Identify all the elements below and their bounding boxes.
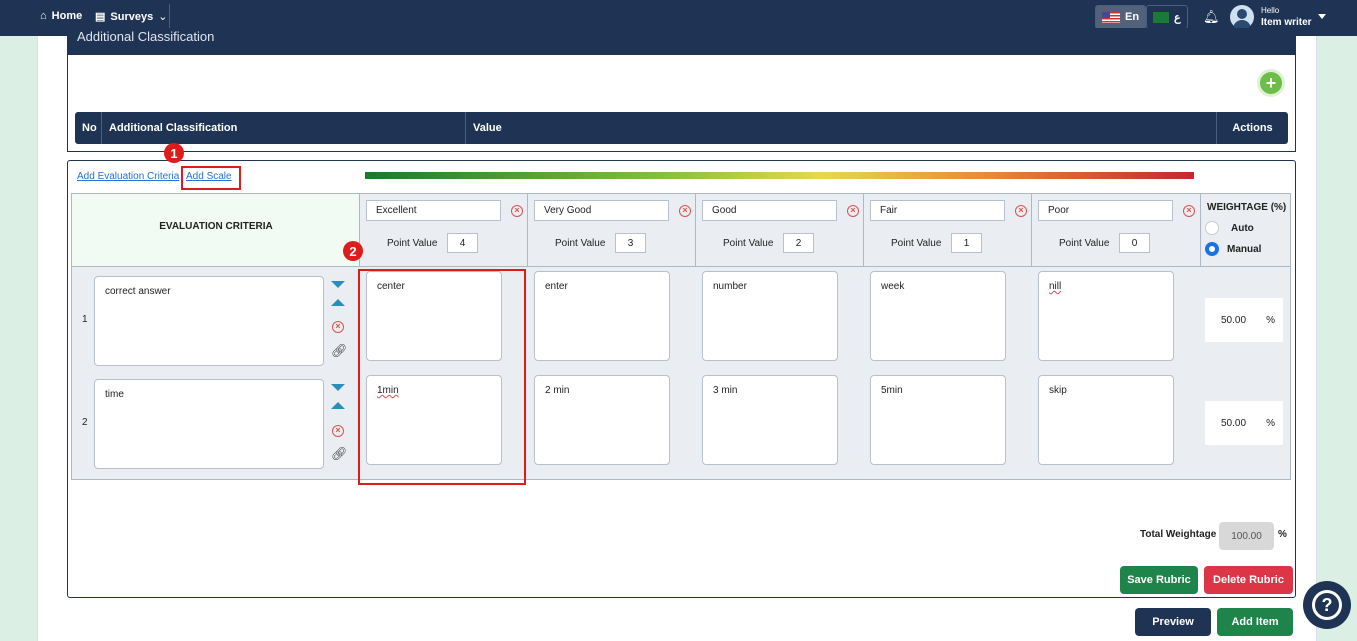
rubric-cell-input[interactable]: 2 min (534, 375, 670, 465)
language-ar-label: ع (1174, 11, 1181, 24)
add-item-button[interactable]: Add Item (1217, 608, 1293, 636)
point-value-input[interactable]: 0 (1119, 233, 1150, 253)
col-value: Value (466, 112, 1217, 144)
total-percent-sign: % (1278, 529, 1287, 540)
help-button[interactable]: ? (1303, 581, 1351, 629)
plus-icon: + (1260, 72, 1282, 94)
remove-scale-icon[interactable]: × (679, 205, 691, 217)
scale-name-input[interactable]: Poor (1038, 200, 1173, 221)
annotation-badge-2: 2 (343, 241, 363, 261)
additional-classification-header: Additional Classification (67, 28, 1296, 55)
weightage-auto-label: Auto (1231, 223, 1254, 234)
nav-surveys[interactable]: ▤ Surveys ⌄ (95, 10, 168, 24)
move-down-icon[interactable] (331, 384, 345, 391)
rubric-cell-input[interactable]: nill (1038, 271, 1174, 361)
chevron-down-icon: ⌄ (158, 11, 168, 23)
point-value-input[interactable]: 4 (447, 233, 478, 253)
delete-rubric-button[interactable]: Delete Rubric (1204, 566, 1293, 594)
additional-classification-title: Additional Classification (77, 29, 215, 44)
saudi-flag-icon (1153, 11, 1169, 23)
move-down-icon[interactable] (331, 281, 345, 288)
avatar[interactable] (1230, 5, 1254, 29)
add-classification-button[interactable]: + (1260, 72, 1282, 94)
row-number: 2 (82, 417, 88, 428)
save-rubric-button[interactable]: Save Rubric (1120, 566, 1198, 594)
link-icon[interactable]: 🔗︎ (331, 343, 348, 359)
nav-home[interactable]: ⌂ Home (40, 10, 82, 22)
point-value-label: Point Value (891, 238, 942, 249)
annotation-badge-1: 1 (164, 143, 184, 163)
total-weightage-label: Total Weightage (1140, 529, 1217, 540)
user-role: Item writer (1261, 17, 1312, 28)
col-no: No (75, 112, 102, 144)
user-menu-caret-icon[interactable] (1318, 14, 1326, 19)
annotation-box-excellent-column (358, 269, 526, 485)
home-icon: ⌂ (40, 10, 47, 22)
nav-home-label: Home (51, 10, 83, 22)
remove-scale-icon[interactable]: × (511, 205, 523, 217)
additional-classification-table-header: No Additional Classification Value Actio… (75, 112, 1288, 144)
point-value-input[interactable]: 1 (951, 233, 982, 253)
remove-criterion-icon[interactable]: × (332, 321, 344, 333)
point-value-input[interactable]: 2 (783, 233, 814, 253)
weightage-auto-radio[interactable] (1205, 221, 1219, 235)
document-icon: ▤ (95, 11, 106, 23)
criteria-header-label: EVALUATION CRITERIA (159, 221, 273, 232)
scale-name-input[interactable]: Fair (870, 200, 1005, 221)
scale-name-input[interactable]: Excellent (366, 200, 501, 221)
remove-scale-icon[interactable]: × (847, 205, 859, 217)
language-en-label: En (1125, 11, 1140, 23)
point-value-label: Point Value (387, 238, 438, 249)
annotation-box-add-scale (181, 166, 241, 190)
remove-criterion-icon[interactable]: × (332, 425, 344, 437)
percent-sign: % (1266, 314, 1275, 326)
move-up-icon[interactable] (331, 299, 345, 306)
rubric-cell-input[interactable]: enter (534, 271, 670, 361)
weightage-manual-label: Manual (1227, 244, 1262, 255)
preview-button[interactable]: Preview (1135, 608, 1211, 636)
nav-surveys-label: Surveys (110, 10, 154, 23)
rubric-grid: EVALUATION CRITERIA Excellent × Point Va… (71, 193, 1291, 480)
move-up-icon[interactable] (331, 402, 345, 409)
weightage-manual-radio[interactable] (1205, 242, 1219, 256)
weightage-value: 50.00 (1221, 417, 1247, 429)
user-greeting: Hello (1261, 6, 1280, 15)
language-ar-button[interactable]: ع (1146, 5, 1188, 29)
col-additional-classification: Additional Classification (102, 112, 466, 144)
criterion-input[interactable]: correct answer (94, 276, 324, 366)
row-number: 1 (82, 314, 88, 325)
point-value-label: Point Value (1059, 238, 1110, 249)
rubric-cell-input[interactable]: number (702, 271, 838, 361)
us-flag-icon (1102, 11, 1120, 23)
point-value-input[interactable]: 3 (615, 233, 646, 253)
rubric-cell-input[interactable]: week (870, 271, 1006, 361)
percent-sign: % (1266, 417, 1275, 429)
add-evaluation-criteria-link[interactable]: Add Evaluation Criteria (77, 171, 179, 182)
weightage-value: 50.00 (1221, 314, 1247, 326)
criterion-input[interactable]: time (94, 379, 324, 469)
weightage-input[interactable]: 50.00 % (1205, 298, 1283, 342)
weightage-input[interactable]: 50.00 % (1205, 401, 1283, 445)
remove-scale-icon[interactable]: × (1183, 205, 1195, 217)
scale-name-input[interactable]: Good (702, 200, 837, 221)
link-icon[interactable]: 🔗︎ (331, 446, 348, 462)
rubric-cell-input[interactable]: 3 min (702, 375, 838, 465)
rubric-cell-input[interactable]: skip (1038, 375, 1174, 465)
col-actions: Actions (1232, 122, 1273, 134)
point-value-label: Point Value (555, 238, 606, 249)
language-en-button[interactable]: En (1095, 5, 1147, 29)
point-value-label: Point Value (723, 238, 774, 249)
question-icon: ? (1312, 590, 1342, 620)
total-weightage-value: 100.00 (1219, 522, 1274, 550)
scale-gradient-bar (365, 172, 1194, 179)
scale-name-input[interactable]: Very Good (534, 200, 669, 221)
rubric-cell-input[interactable]: 5min (870, 375, 1006, 465)
weightage-header: WEIGHTAGE (%) (1207, 202, 1287, 213)
bell-icon[interactable]: 🔔︎ (1203, 9, 1220, 25)
remove-scale-icon[interactable]: × (1015, 205, 1027, 217)
rubric-cell-text: nill (1049, 281, 1062, 292)
